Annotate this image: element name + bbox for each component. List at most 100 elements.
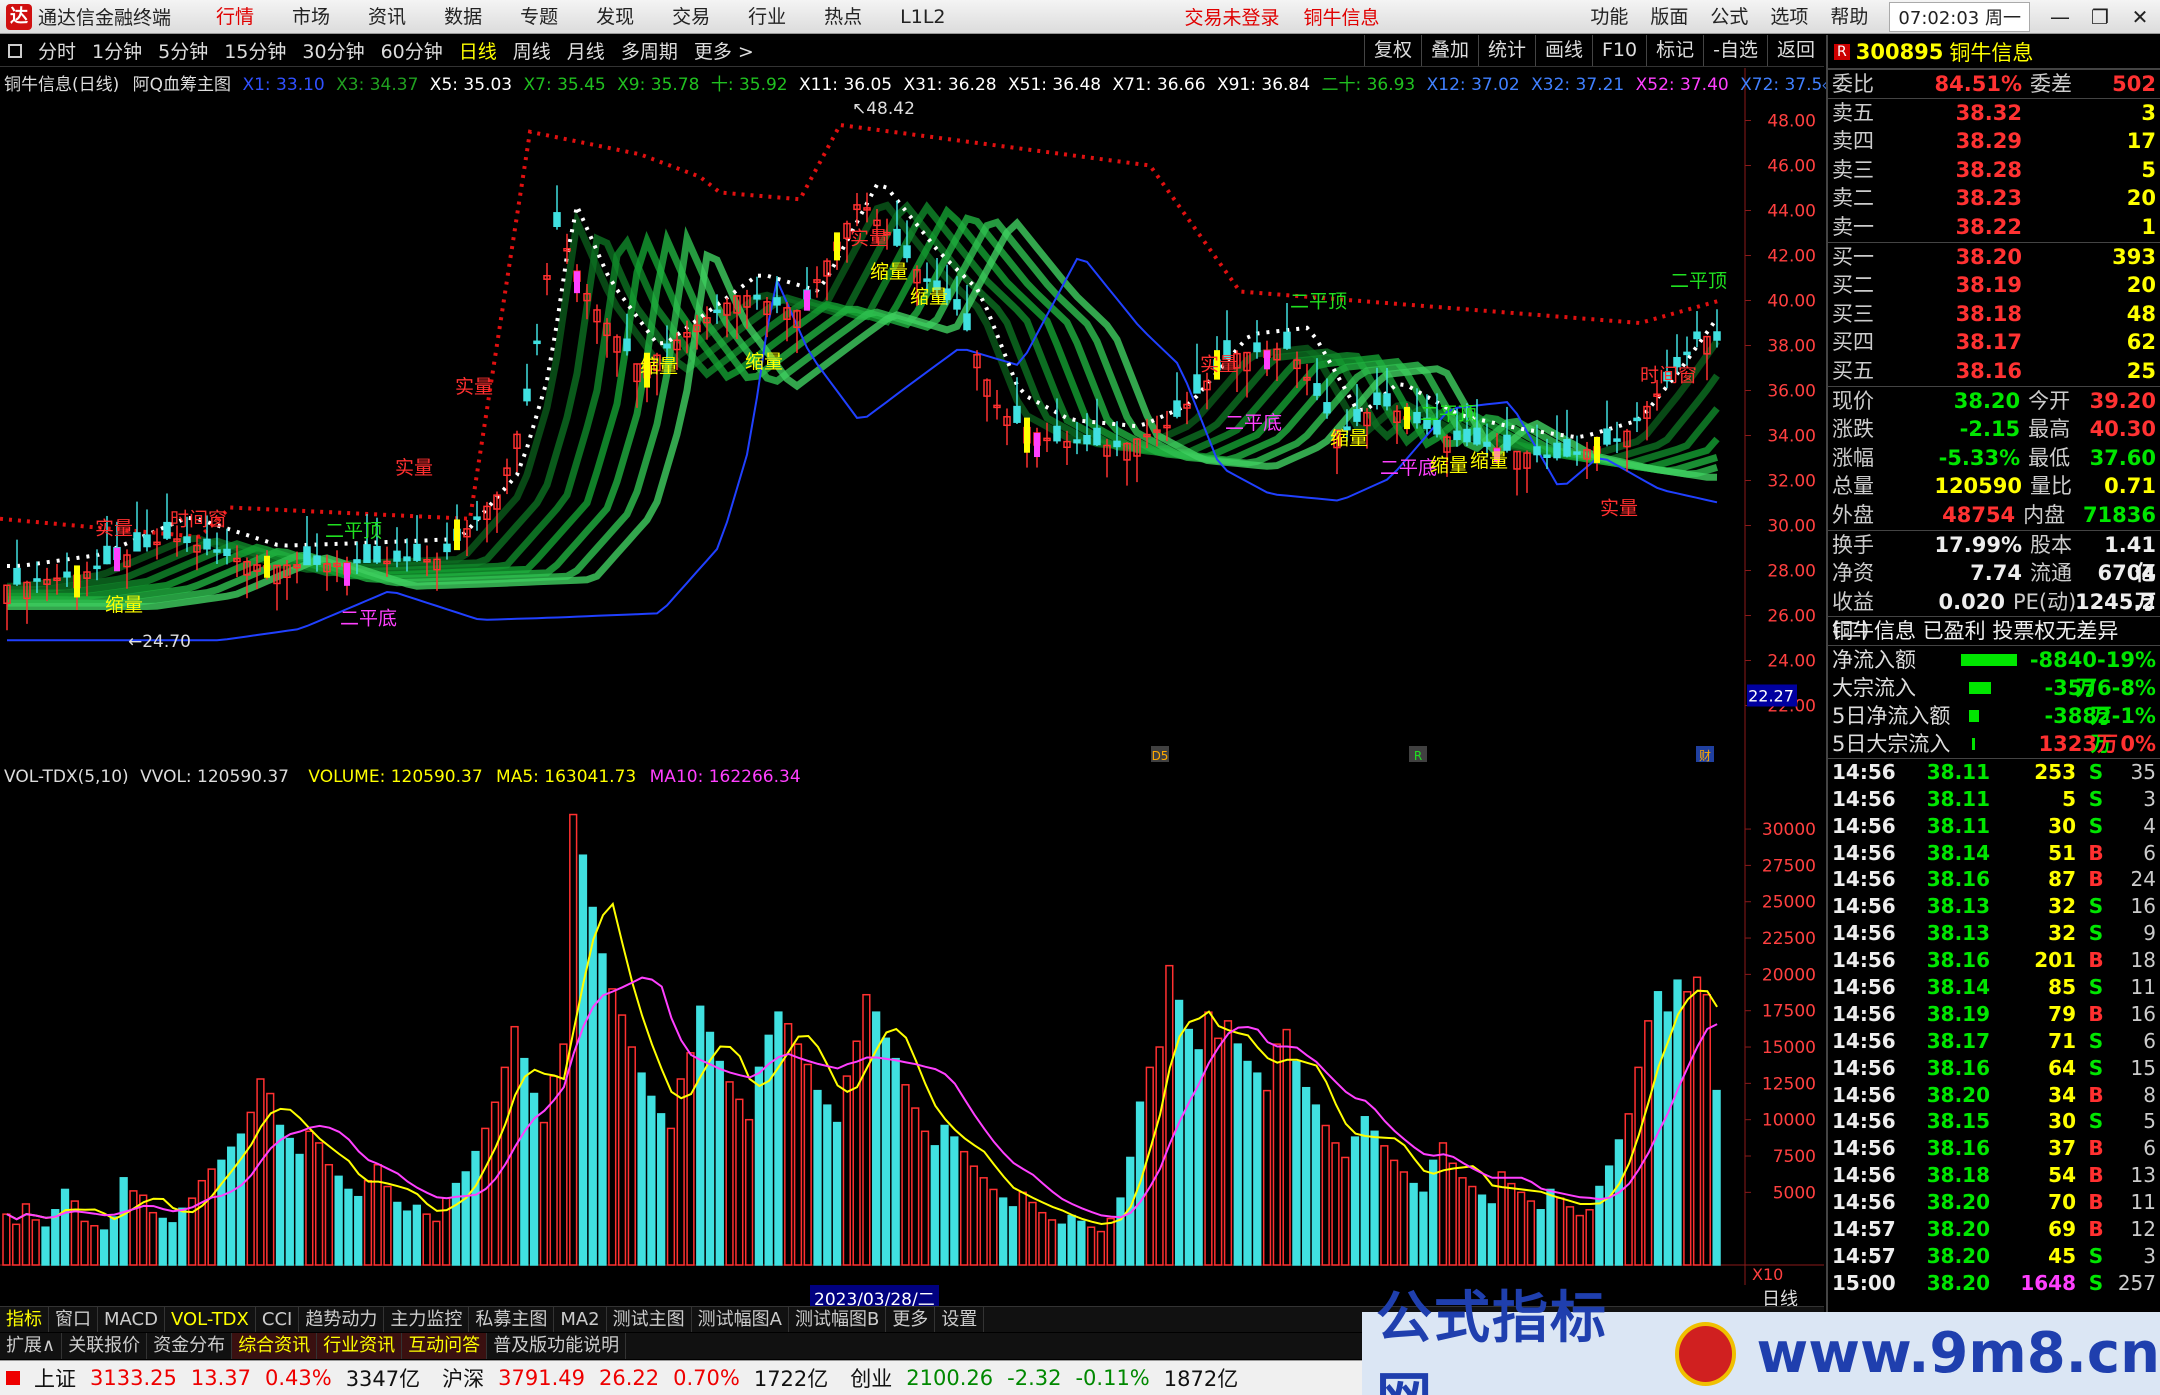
- tick-row[interactable]: 14:56 38.11 5 S 3: [1828, 786, 2160, 813]
- stock-code[interactable]: 300895: [1856, 40, 1944, 64]
- volume-bar: [735, 1098, 744, 1266]
- indicator-tab[interactable]: 更多: [886, 1307, 936, 1332]
- period-30min[interactable]: 30分钟: [294, 37, 372, 64]
- kline-chart[interactable]: 48.00 46.00 44.00 42.00 40.00 38.00 36.00 34.00…: [0, 68, 1824, 768]
- menu-gongshi[interactable]: 公式: [1699, 0, 1759, 34]
- tick-row[interactable]: 14:56 38.14 85 S 11: [1828, 974, 2160, 1001]
- period-fenshi[interactable]: 分时: [30, 37, 84, 64]
- tick-price: 38.11: [1926, 759, 1990, 784]
- indicator-tab[interactable]: 测试幅图A: [692, 1307, 789, 1332]
- menu-xuanxiang[interactable]: 选项: [1759, 0, 1819, 34]
- tick-row[interactable]: 14:56 38.16 87 B 24: [1828, 866, 2160, 893]
- tool-zixuan[interactable]: -自选: [1703, 35, 1767, 66]
- indicator-tab[interactable]: 测试主图: [607, 1307, 692, 1332]
- indicator-tab[interactable]: VOL-TDX: [165, 1307, 256, 1332]
- stock-name[interactable]: 铜牛信息: [1949, 37, 2033, 67]
- menu-zhuanti[interactable]: 专题: [501, 0, 577, 34]
- period-5min[interactable]: 5分钟: [150, 37, 216, 64]
- index-block[interactable]: 沪深 3791.49 26.22 0.70% 1722亿: [442, 1363, 828, 1393]
- menu-zixun[interactable]: 资讯: [349, 0, 425, 34]
- indicator-tab[interactable]: 测试幅图B: [789, 1307, 887, 1332]
- volume-chart[interactable]: 30000 27500 25000 22500 20000 17500 15000 12500…: [0, 765, 1824, 1285]
- period-1min[interactable]: 1分钟: [84, 37, 150, 64]
- tool-huaxian[interactable]: 画线: [1534, 35, 1592, 66]
- trade-status[interactable]: 交易未登录: [1185, 3, 1280, 30]
- tick-row[interactable]: 14:56 38.15 30 S 5: [1828, 1108, 2160, 1135]
- period-weekly[interactable]: 周线: [505, 37, 559, 64]
- menu-banmian[interactable]: 版面: [1639, 0, 1699, 34]
- volume-pane[interactable]: 30000 27500 25000 22500 20000 17500 15000 12500…: [0, 765, 1824, 1310]
- vol-name[interactable]: VOL-TDX(5,10): [4, 767, 129, 787]
- close-icon[interactable]: ✕: [2120, 5, 2160, 29]
- period-monthly[interactable]: 月线: [559, 37, 613, 64]
- period-more[interactable]: 更多 >: [686, 37, 762, 64]
- menu-shuju[interactable]: 数据: [425, 0, 501, 34]
- menu-gongneng[interactable]: 功能: [1579, 0, 1639, 34]
- stat-row: 总量 120590 量比 0.71: [1828, 472, 2160, 501]
- tick-row[interactable]: 14:57 38.20 45 S 3: [1828, 1243, 2160, 1270]
- indicator-name[interactable]: 阿Q血筹主图: [133, 75, 231, 95]
- extension-tab[interactable]: 综合资讯: [232, 1333, 318, 1359]
- tick-list[interactable]: 14:56 38.11 253 S 35 14:56 38.11 5 S 3 14:56 38.11 3…: [1828, 757, 2160, 1297]
- tick-row[interactable]: 14:56 38.14 51 B 6: [1828, 840, 2160, 867]
- indicator-tab[interactable]: 窗口: [49, 1307, 98, 1332]
- tick-row[interactable]: 14:56 38.16 201 B 18: [1828, 947, 2160, 974]
- kline-pane[interactable]: 48.00 46.00 44.00 42.00 40.00 38.00 36.00 34.00…: [0, 68, 1835, 768]
- extension-tab[interactable]: 普及版功能说明: [487, 1333, 627, 1359]
- tick-row[interactable]: 14:56 38.16 37 B 6: [1828, 1135, 2160, 1162]
- menu-l1l2[interactable]: L1L2: [881, 0, 964, 34]
- minimize-icon[interactable]: —: [2040, 5, 2080, 29]
- indicator-tab[interactable]: 主力监控: [384, 1307, 470, 1332]
- tool-diejia[interactable]: 叠加: [1420, 35, 1478, 66]
- restore-icon[interactable]: ❐: [2080, 5, 2120, 29]
- tick-row[interactable]: 14:56 38.20 70 B 11: [1828, 1189, 2160, 1216]
- menu-hangye[interactable]: 行业: [729, 0, 805, 34]
- flow-value: -3576万: [2044, 675, 2112, 728]
- index-block[interactable]: 上证 3133.25 13.37 0.43% 3347亿: [0, 1363, 420, 1393]
- indicator-tab[interactable]: CCI: [256, 1307, 300, 1332]
- tick-row[interactable]: 14:57 38.20 69 B 12: [1828, 1216, 2160, 1243]
- tool-f10[interactable]: F10: [1592, 35, 1646, 66]
- indicator-tab[interactable]: MA2: [554, 1307, 607, 1332]
- tick-volume: 45: [2048, 1243, 2076, 1268]
- tool-tongji[interactable]: 统计: [1477, 35, 1535, 66]
- extension-tab[interactable]: 关联报价: [62, 1333, 148, 1359]
- menu-jiaoyi[interactable]: 交易: [653, 0, 729, 34]
- extension-tab[interactable]: 资金分布: [147, 1333, 233, 1359]
- candle-body: [1173, 400, 1181, 417]
- tool-fanhui[interactable]: 返回: [1766, 35, 1824, 66]
- menu-faxian[interactable]: 发现: [577, 0, 653, 34]
- tick-row[interactable]: 14:56 38.20 34 B 8: [1828, 1082, 2160, 1109]
- menu-redian[interactable]: 热点: [805, 0, 881, 34]
- volume-bar: [1311, 1104, 1321, 1266]
- indicator-tab[interactable]: 指标: [0, 1307, 49, 1332]
- tick-row[interactable]: 14:56 38.13 32 S 9: [1828, 920, 2160, 947]
- menu-bangzhu[interactable]: 帮助: [1819, 0, 1879, 34]
- indicator-tab[interactable]: MACD: [98, 1307, 165, 1332]
- extension-tab[interactable]: 扩展∧: [0, 1333, 63, 1359]
- extension-tab[interactable]: 行业资讯: [317, 1333, 403, 1359]
- tool-fuquan[interactable]: 复权: [1363, 35, 1421, 66]
- extension-tab[interactable]: 互动问答: [402, 1333, 488, 1359]
- indicator-tab[interactable]: 设置: [935, 1307, 985, 1332]
- tick-row[interactable]: 15:00 38.20 1648 S 257: [1828, 1270, 2160, 1297]
- layout-toggle-icon[interactable]: [8, 43, 22, 58]
- tick-row[interactable]: 14:56 38.17 71 S 6: [1828, 1028, 2160, 1055]
- indicator-tab[interactable]: 趋势动力: [299, 1307, 385, 1332]
- indicator-tab[interactable]: 私募主图: [469, 1307, 555, 1332]
- tick-row[interactable]: 14:56 38.13 32 S 16: [1828, 893, 2160, 920]
- tick-row[interactable]: 14:56 38.19 79 B 16: [1828, 1001, 2160, 1028]
- index-block[interactable]: 创业 2100.26 -2.32 -0.11% 1872亿: [850, 1363, 1238, 1393]
- tick-row[interactable]: 14:56 38.11 253 S 35: [1828, 759, 2160, 786]
- tick-row[interactable]: 14:56 38.16 64 S 15: [1828, 1055, 2160, 1082]
- flow-bar: [1968, 702, 2028, 730]
- tick-row[interactable]: 14:56 38.11 30 S 4: [1828, 813, 2160, 840]
- period-daily[interactable]: 日线: [451, 37, 505, 64]
- tool-biaoji[interactable]: 标记: [1646, 35, 1703, 66]
- period-15min[interactable]: 15分钟: [216, 37, 294, 64]
- menu-hangqing[interactable]: 行情: [197, 0, 273, 34]
- menu-shichang[interactable]: 市场: [273, 0, 349, 34]
- tick-row[interactable]: 14:56 38.18 54 B 13: [1828, 1162, 2160, 1189]
- period-60min[interactable]: 60分钟: [373, 37, 451, 64]
- period-multi[interactable]: 多周期: [613, 37, 686, 64]
